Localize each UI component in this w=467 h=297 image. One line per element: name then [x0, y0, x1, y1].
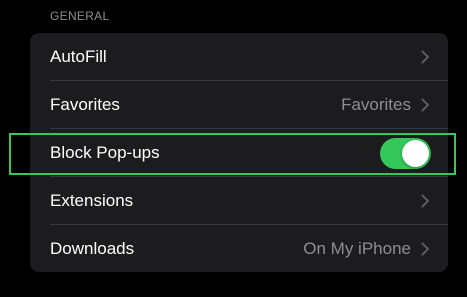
row-label-extensions: Extensions [50, 190, 134, 210]
row-extensions[interactable]: Extensions [30, 177, 448, 224]
row-autofill[interactable]: AutoFill [30, 33, 448, 80]
row-downloads[interactable]: Downloads On My iPhone [30, 225, 448, 272]
chevron-right-icon [421, 98, 429, 111]
row-favorites[interactable]: Favorites Favorites [30, 81, 448, 128]
highlight-box-block-popups [9, 133, 456, 175]
row-label-autofill: AutoFill [50, 46, 107, 66]
row-label-favorites: Favorites [50, 94, 120, 114]
row-value-downloads: On My iPhone [303, 238, 411, 258]
section-header-general: GENERAL [50, 9, 110, 23]
chevron-right-icon [421, 50, 429, 63]
row-value-favorites: Favorites [341, 94, 411, 114]
chevron-right-icon [421, 194, 429, 207]
chevron-right-icon [421, 242, 429, 255]
row-label-downloads: Downloads [50, 238, 135, 258]
